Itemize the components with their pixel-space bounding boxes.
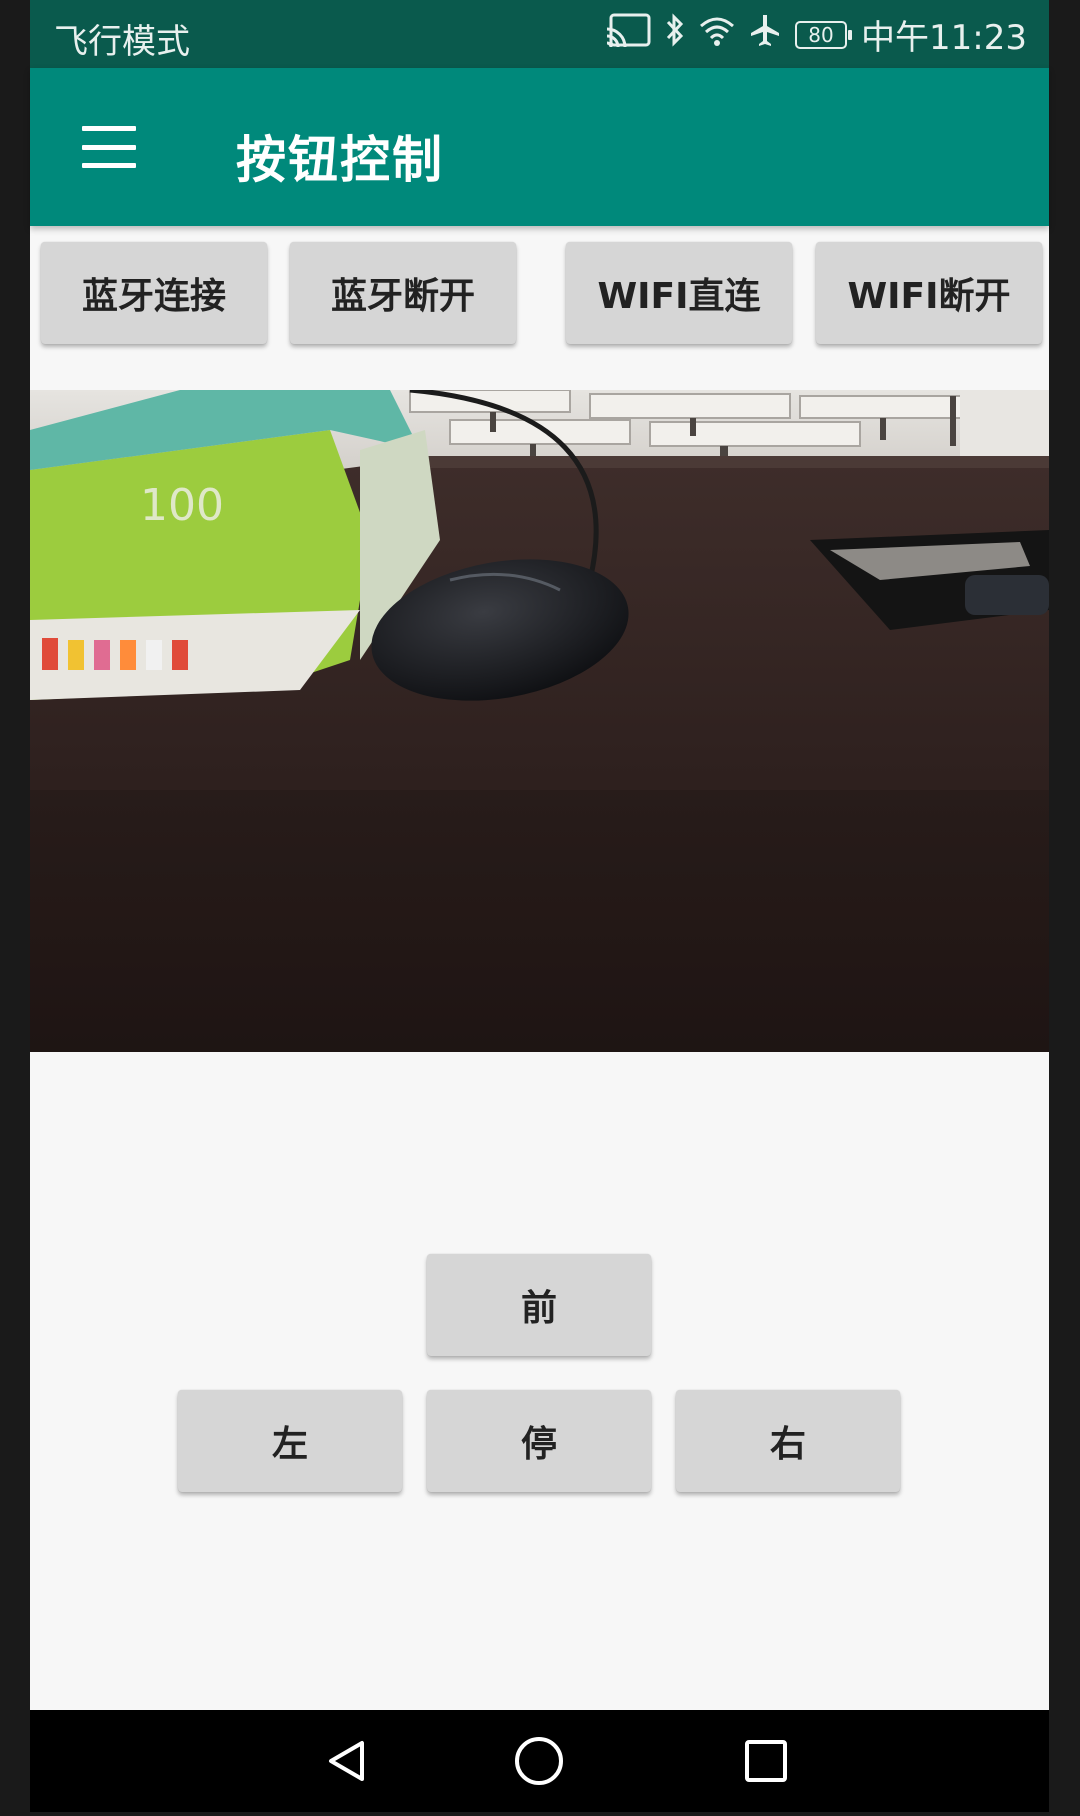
- stop-button[interactable]: 停: [427, 1390, 651, 1492]
- cast-icon: [605, 13, 651, 56]
- hamburger-menu-icon[interactable]: [82, 126, 136, 168]
- wifi-icon: [699, 15, 735, 55]
- status-bar: 飞行模式 80 中午11:23: [30, 0, 1049, 68]
- wifi-direct-button[interactable]: WIFI直连: [566, 242, 792, 344]
- battery-icon: 80: [795, 20, 853, 49]
- forward-button[interactable]: 前: [427, 1254, 651, 1356]
- bluetooth-disconnect-button[interactable]: 蓝牙断开: [290, 242, 516, 344]
- app-toolbar: 按钮控制: [30, 68, 1049, 226]
- left-button[interactable]: 左: [178, 1390, 402, 1492]
- bluetooth-connect-button[interactable]: 蓝牙连接: [41, 242, 267, 344]
- camera-feed: 100: [30, 390, 1049, 1052]
- bluetooth-icon: [665, 13, 685, 56]
- clock: 中午11:23: [861, 18, 1027, 58]
- system-nav-bar: [30, 1710, 1049, 1812]
- airplane-mode-text: 飞行模式: [54, 22, 190, 62]
- home-circle-icon[interactable]: [515, 1737, 563, 1785]
- right-button[interactable]: 右: [676, 1390, 900, 1492]
- wifi-disconnect-button[interactable]: WIFI断开: [816, 242, 1042, 344]
- airplane-icon: [749, 13, 781, 56]
- page-title: 按钮控制: [236, 131, 444, 189]
- svg-text:100: 100: [140, 480, 224, 531]
- recents-square-icon[interactable]: [745, 1740, 787, 1782]
- back-triangle-icon[interactable]: [329, 1741, 364, 1781]
